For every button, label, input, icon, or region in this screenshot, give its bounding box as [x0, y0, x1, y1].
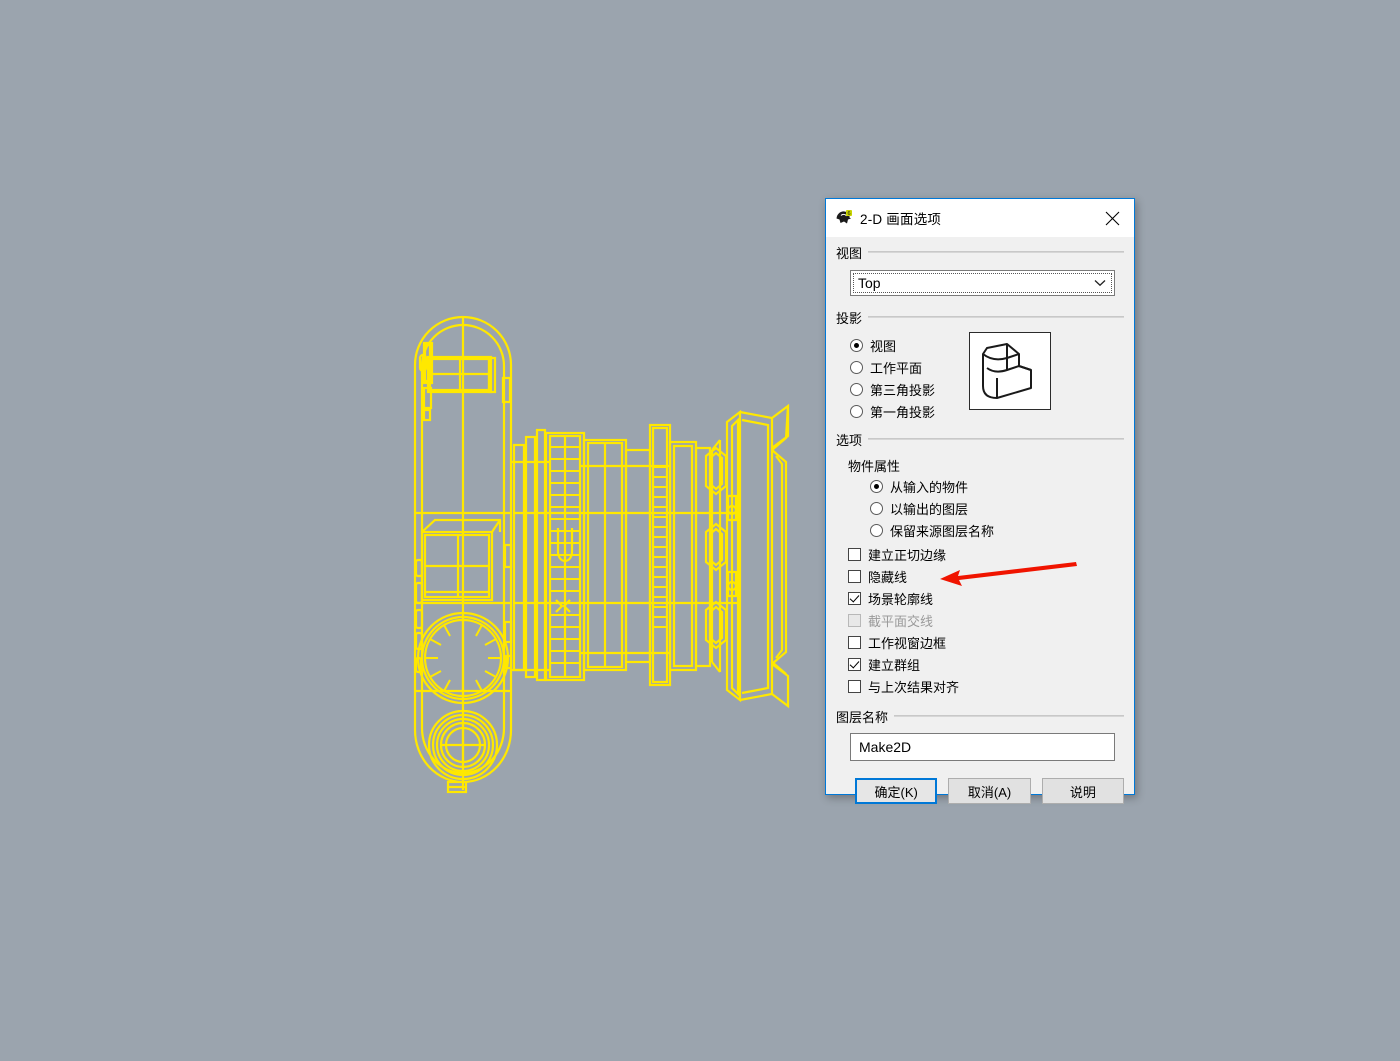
radio-icon: [850, 338, 863, 352]
options-group-label: 选项: [836, 432, 863, 448]
group-divider: [868, 251, 1124, 253]
checkbox-align-to-last-result[interactable]: 与上次结果对齐: [848, 677, 1124, 695]
layer-name-group-header: 图层名称: [836, 707, 1124, 725]
layer-name-group-label: 图层名称: [836, 709, 889, 725]
object-prop-radio-keep-source-layer[interactable]: 保留来源图层名称: [870, 521, 1124, 539]
help-button[interactable]: 说明: [1041, 778, 1124, 804]
object-prop-radio-label: 保留来源图层名称: [890, 523, 995, 539]
view-group-header: 视图: [836, 243, 1124, 261]
projection-group: 投影 视图 工作平面 第三角投影 第一角投影: [836, 308, 1124, 420]
checkbox-scene-silhouette[interactable]: 场景轮廓线: [848, 589, 1124, 607]
checkbox-clipping-plane-intersections: 截平面交线: [848, 611, 1124, 629]
checkbox-icon: [848, 679, 861, 693]
projection-radio-list: 视图 工作平面 第三角投影 第一角投影: [850, 332, 935, 420]
projection-group-label: 投影: [836, 310, 863, 326]
view-select-value: Top: [858, 275, 881, 291]
group-divider: [868, 438, 1124, 440]
radio-icon: [850, 360, 863, 374]
options-group-header: 选项: [836, 430, 1124, 448]
radio-icon: [870, 501, 883, 515]
checkbox-icon: [848, 613, 861, 627]
projection-radio-cplane[interactable]: 工作平面: [850, 358, 935, 376]
checkbox-label: 建立群组: [868, 657, 921, 673]
view-select[interactable]: Top: [850, 270, 1115, 296]
radio-icon: [850, 404, 863, 418]
checkbox-icon: [848, 635, 861, 649]
projection-radio-third-angle[interactable]: 第三角投影: [850, 380, 935, 398]
make2d-options-dialog: 6 2-D 画面选项 视图 Top 投影 视图 工作平面 第三角投影 第一角投影…: [825, 198, 1135, 804]
help-button-label: 说明: [1069, 784, 1096, 800]
layer-name-input-wrap: Make2D: [850, 733, 1115, 761]
cancel-button[interactable]: 取消(A): [948, 778, 1031, 804]
object-prop-radio-label: 以输出的图层: [890, 501, 969, 517]
close-icon[interactable]: [1090, 199, 1134, 237]
checkbox-create-group[interactable]: 建立群组: [848, 655, 1124, 673]
dialog-titlebar[interactable]: 6 2-D 画面选项: [826, 199, 1134, 237]
checkbox-label: 与上次结果对齐: [868, 679, 960, 695]
layer-name-group: 图层名称 Make2D: [836, 707, 1124, 761]
radio-icon: [870, 479, 883, 493]
view-group: 视图 Top: [836, 243, 1124, 296]
object-prop-radio-label: 从输入的物件: [890, 479, 969, 495]
dialog-title: 2-D 画面选项: [860, 212, 942, 227]
object-properties-label: 物件属性: [848, 459, 901, 474]
object-prop-radio-from-input[interactable]: 从输入的物件: [870, 477, 1124, 495]
dialog-body: 视图 Top 投影 视图 工作平面 第三角投影 第一角投影 选项 物件属性 从输…: [826, 243, 1134, 804]
projection-radio-first-angle[interactable]: 第一角投影: [850, 402, 935, 420]
layer-name-input[interactable]: Make2D: [850, 733, 1115, 761]
dialog-button-row: 确定(K) 取消(A) 说明: [855, 778, 1124, 804]
checkbox-icon: [848, 547, 861, 561]
checkbox-label: 隐藏线: [868, 569, 908, 585]
projection-group-header: 投影: [836, 308, 1124, 326]
projection-radio-label: 视图: [870, 338, 897, 354]
rhino-app-icon: 6: [835, 209, 853, 227]
svg-text:6: 6: [847, 211, 850, 217]
checkbox-label: 场景轮廓线: [868, 591, 934, 607]
projection-radio-label: 第一角投影: [870, 404, 936, 420]
checkbox-icon: [848, 569, 861, 583]
isometric-solid-preview: [969, 332, 1052, 410]
checkbox-label: 工作视窗边框: [868, 635, 947, 651]
view-combo-wrap: Top: [850, 270, 1115, 296]
checkbox-icon: [848, 657, 861, 671]
cad-wireframe-drawing: [413, 315, 790, 794]
projection-radio-label: 工作平面: [870, 360, 923, 376]
ok-button-label: 确定(K): [874, 784, 918, 800]
projection-radio-label: 第三角投影: [870, 382, 936, 398]
options-group: 选项 物件属性 从输入的物件 以输出的图层 保留来源图层名称 建立正切边缘 隐藏…: [836, 430, 1124, 695]
projection-block: 视图 工作平面 第三角投影 第一角投影: [836, 332, 1124, 420]
object-property-radio-list: 从输入的物件 以输出的图层 保留来源图层名称: [870, 477, 1124, 539]
checkbox-tangent-edges[interactable]: 建立正切边缘: [848, 545, 1124, 563]
chevron-down-icon: [1094, 276, 1106, 290]
group-divider: [894, 715, 1124, 717]
checkbox-viewport-border[interactable]: 工作视窗边框: [848, 633, 1124, 651]
checkbox-label: 截平面交线: [868, 613, 934, 629]
ok-button[interactable]: 确定(K): [855, 778, 938, 804]
object-prop-radio-output-layer[interactable]: 以输出的图层: [870, 499, 1124, 517]
projection-radio-view[interactable]: 视图: [850, 336, 935, 354]
radio-icon: [850, 382, 863, 396]
options-checkbox-list: 建立正切边缘 隐藏线 场景轮廓线 截平面交线 工作视窗边框 建立群组 与上次结果…: [848, 545, 1124, 695]
cad-viewport[interactable]: [0, 0, 1400, 1061]
radio-icon: [870, 523, 883, 537]
checkbox-label: 建立正切边缘: [868, 547, 947, 563]
cancel-button-label: 取消(A): [967, 784, 1012, 800]
group-divider: [868, 316, 1124, 318]
view-group-label: 视图: [836, 245, 863, 261]
checkbox-hidden-lines[interactable]: 隐藏线: [848, 567, 1124, 585]
checkbox-icon: [848, 591, 861, 605]
